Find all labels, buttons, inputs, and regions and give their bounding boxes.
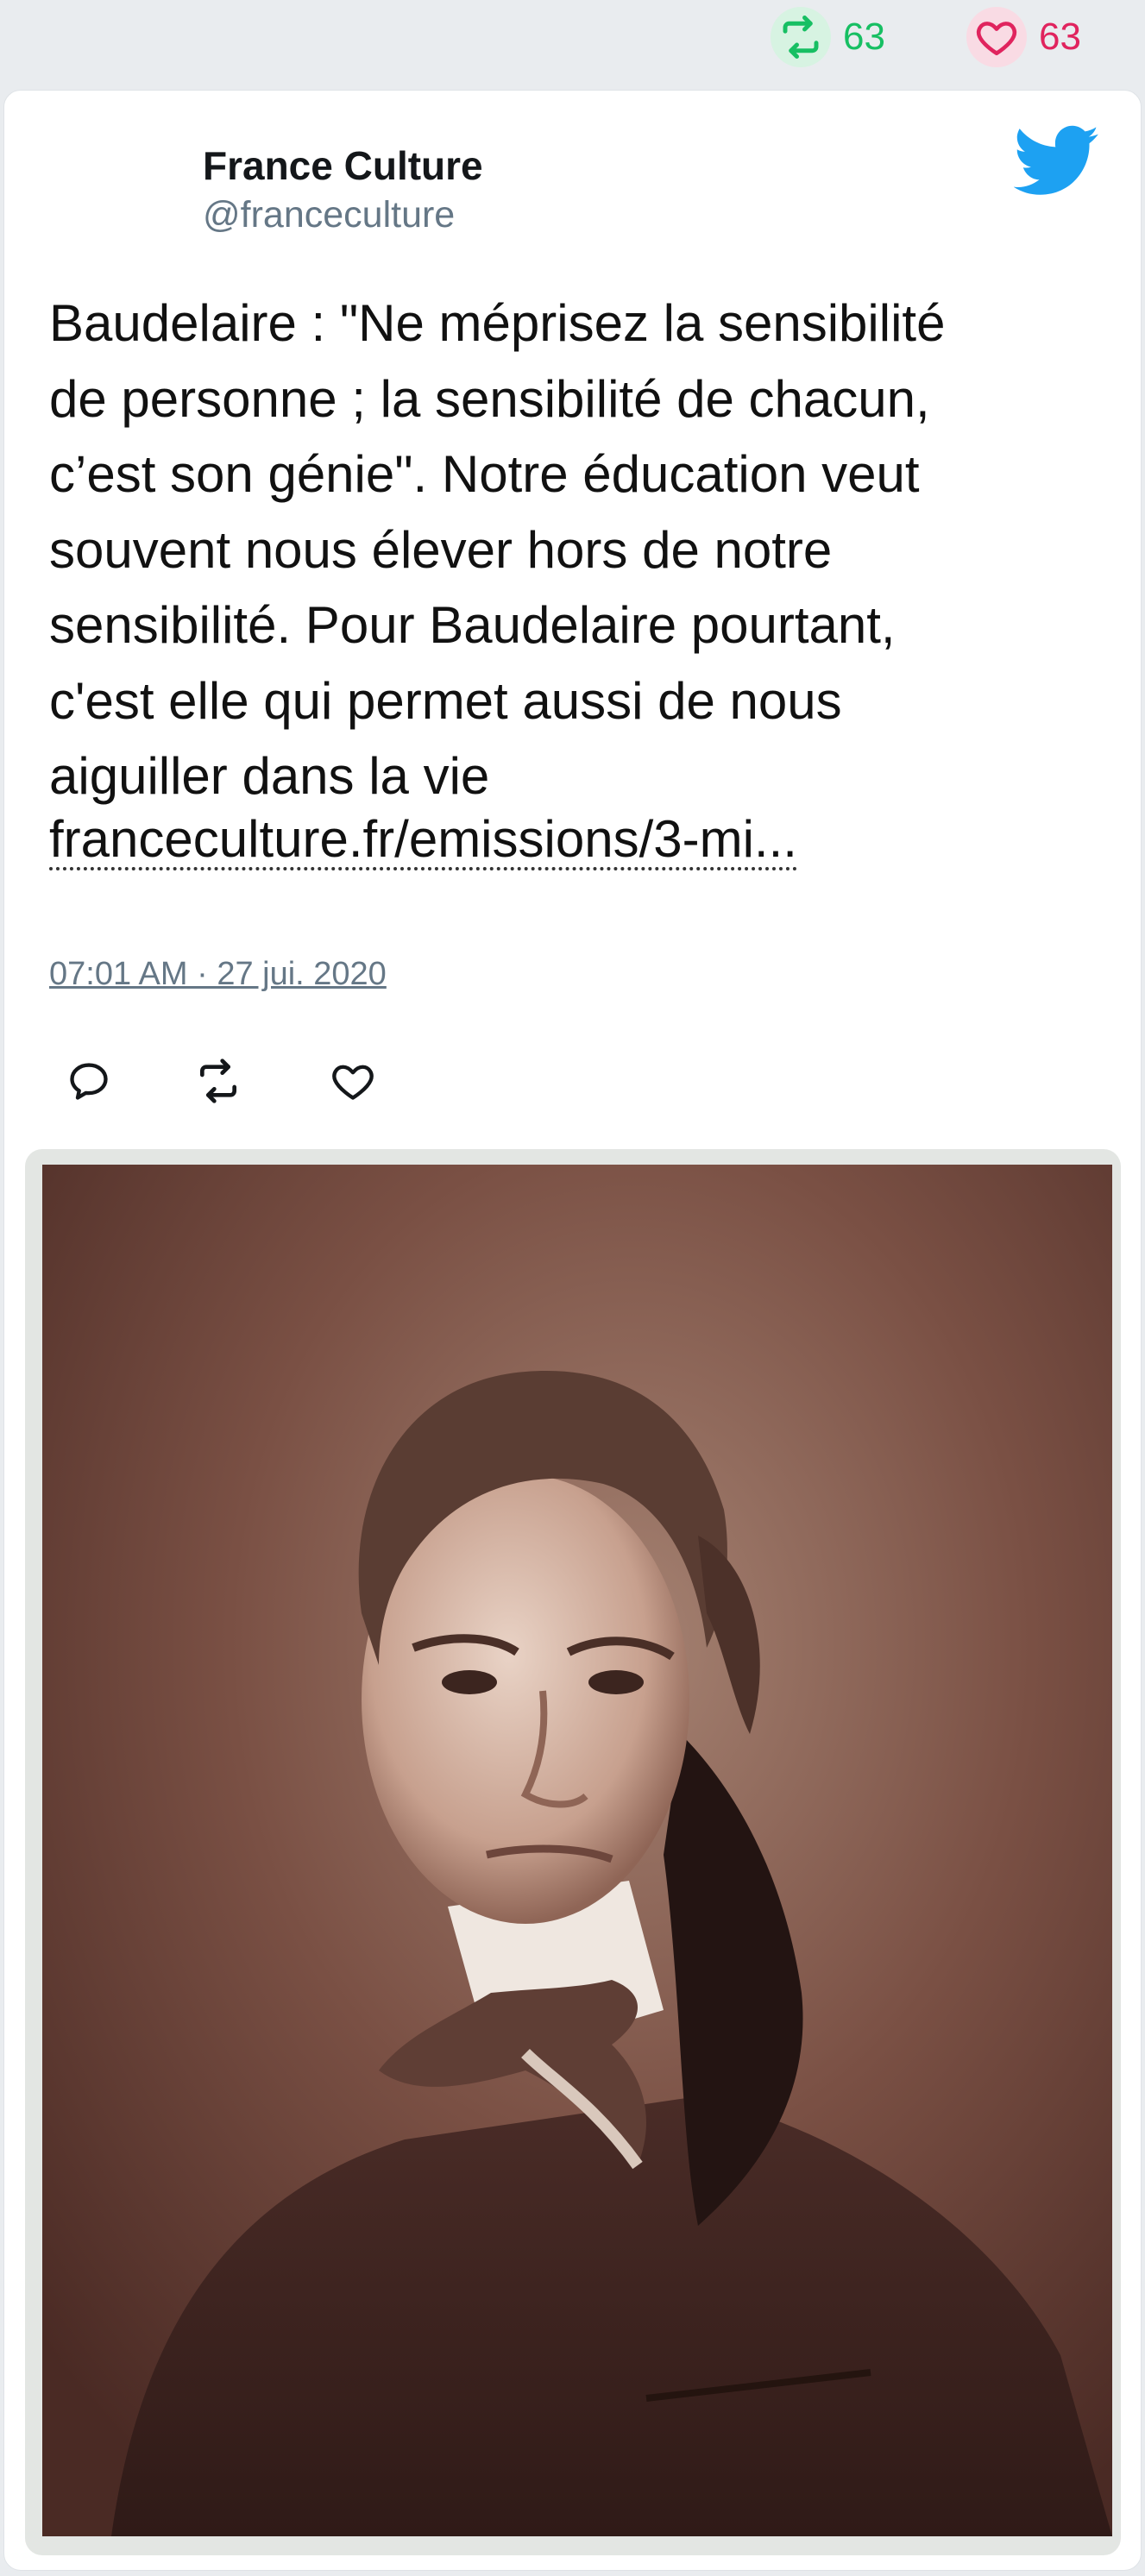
tweet-timestamp[interactable]: 07:01 AM · 27 jui. 2020 [49,956,387,993]
tweet-text-line: de personne ; la sensibilité de chacun, [49,369,930,428]
tweet-text-line: c’est son génie". Notre éducation veut [49,445,920,503]
heart-icon [332,1065,374,1100]
reply-button[interactable] [63,1055,115,1107]
tweet-text-line: souvent nous élever hors de notre [49,520,833,579]
tweet-link[interactable]: franceculture.fr/emissions/3-mi... [49,814,797,870]
reply-icon [70,1063,108,1100]
retweet-button[interactable] [192,1055,244,1107]
retweet-icon [200,1059,236,1103]
like-button[interactable] [327,1055,379,1107]
tweet-text-line: Baudelaire : "Ne méprisez la sensibilité [49,294,946,352]
tweet-media[interactable] [25,1149,1121,2555]
like-count: 63 [1039,16,1081,58]
heart-icon [966,7,1027,67]
tweet-text-line: sensibilité. Pour Baudelaire pourtant, [49,596,896,654]
tweet-text: Baudelaire : "Ne méprisez la sensibilité… [49,286,1110,814]
like-stat[interactable]: 63 [966,7,1081,67]
author-name[interactable]: France Culture [203,142,483,189]
twitter-bird-icon[interactable] [1014,125,1100,198]
tweet-text-line: aiguiller dans la vie [49,747,490,805]
retweet-icon [771,7,831,67]
retweet-count: 63 [843,16,885,58]
retweet-stat[interactable]: 63 [771,7,885,67]
tweet-card: France Culture @franceculture Baudelaire… [3,90,1142,2571]
tweet-text-line: c'est elle qui permet aussi de nous [49,671,842,730]
engagement-stats: 63 63 [0,0,1145,86]
author-handle[interactable]: @franceculture [203,194,455,236]
portrait-photo [42,1165,1112,2536]
